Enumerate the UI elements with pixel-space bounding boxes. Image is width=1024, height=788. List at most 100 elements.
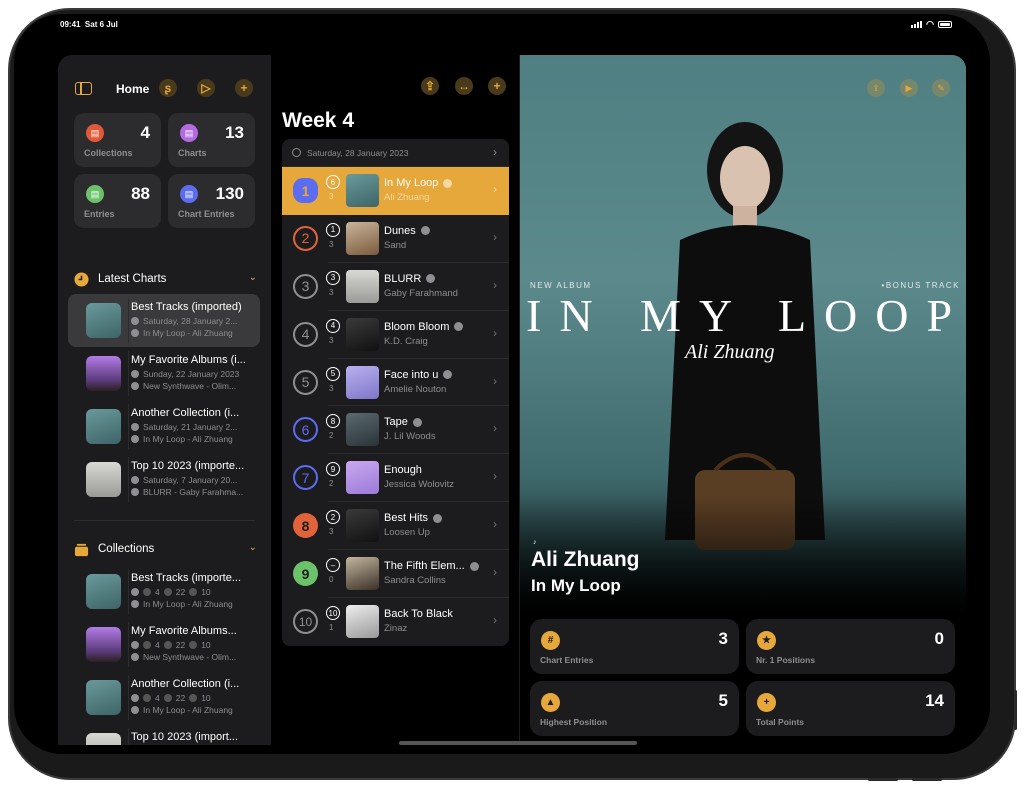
status-bar: 09:41 Sat 6 Jul ◠ xyxy=(14,14,990,36)
entry-artist: J. Lil Woods xyxy=(384,431,436,443)
rank-badge: 2 xyxy=(293,225,318,251)
verified-icon xyxy=(426,274,436,284)
verified-icon xyxy=(443,178,453,188)
chart-entries-count-icon xyxy=(189,694,198,702)
stat-label: Chart Entries xyxy=(540,655,594,665)
chart-entry-row[interactable]: 1 6 3 In My Loop Ali Zhuang › xyxy=(282,167,509,215)
chart-date: Saturday, 28 January 2... xyxy=(131,316,256,326)
entry-title-text: Dunes xyxy=(384,224,416,237)
stat-card-chart-entries[interactable]: ▤ 130 Chart Entries xyxy=(168,174,255,228)
verified-icon xyxy=(433,513,443,523)
clock-icon xyxy=(74,272,89,287)
stat-card-charts[interactable]: ▤ 13 Charts xyxy=(168,113,255,167)
weeks-on-chart: 0 xyxy=(329,575,334,585)
number-one-icon xyxy=(131,488,139,496)
collection-title: Best Tracks (importe... xyxy=(131,572,242,584)
entry-artwork xyxy=(346,605,379,639)
chart-list: Saturday, 28 January 2023 › 1 6 3 In My Loo… xyxy=(282,139,509,646)
chart-top-text: In My Loop - Ali Zhuang xyxy=(143,328,233,338)
stat-card-collections[interactable]: ▤ 4 Collections xyxy=(74,113,161,167)
resize-button[interactable]: ↔ xyxy=(455,77,473,95)
chart-entry-row[interactable]: 8 2 3 Best Hits Loosen Up › xyxy=(282,502,509,551)
collection-item[interactable]: My Favorite Albums... 4 22 10 New Synthwave … xyxy=(68,618,260,671)
collection-item[interactable]: Another Collection (i... 4 22 10 In My Loop … xyxy=(68,671,260,724)
chart-entry-row[interactable]: 7 9 2 Enough Jessica Wolovitz › xyxy=(282,454,509,503)
weeks-on-chart: 2 xyxy=(329,479,334,489)
share-button[interactable]: ⇪ xyxy=(421,77,439,95)
entry-title: Tape xyxy=(384,416,422,428)
home-indicator[interactable] xyxy=(399,741,637,745)
count-value: 10 xyxy=(201,640,211,650)
previous-rank: 8 xyxy=(326,414,340,429)
detail-stat-nr-1-positions[interactable]: ★ 0 Nr. 1 Positions xyxy=(746,619,955,674)
edit-icon[interactable]: ✎ xyxy=(932,79,950,97)
entry-title: Best Hits xyxy=(384,512,443,524)
play-icon[interactable]: ▶ xyxy=(900,79,918,97)
number-one-icon xyxy=(131,706,139,714)
latest-chart-item[interactable]: My Favorite Albums (i... Sunday, 22 Janua… xyxy=(68,347,260,400)
stat-value: 88 xyxy=(131,184,150,203)
weeks-on-chart: 3 xyxy=(329,287,334,297)
chart-entry-row[interactable]: 9– 0 The Fifth Elem... Sandra Collins › xyxy=(282,550,509,599)
detail-stat-chart-entries[interactable]: #3 Chart Entries xyxy=(530,619,739,674)
collection-item[interactable]: Best Tracks (importe... 4 22 10 In My Loop -… xyxy=(68,565,260,618)
entry-title: The Fifth Elem... xyxy=(384,560,479,572)
chevron-right-icon: › xyxy=(493,613,497,628)
chevron-down-icon[interactable]: ⌄ xyxy=(249,542,257,553)
chart-entry-row[interactable]: 6 8 2 Tape J. Lil Woods › xyxy=(282,406,509,455)
divider xyxy=(128,622,129,667)
chart-date-row[interactable]: Saturday, 28 January 2023 › xyxy=(282,139,509,167)
chevron-right-icon: › xyxy=(493,325,497,340)
stat-value: 13 xyxy=(225,123,244,142)
count-value: 10 xyxy=(201,587,211,597)
rank-badge: 9 xyxy=(293,561,318,587)
entry-title-text: BLURR xyxy=(384,272,422,285)
cover-title: IN MY LOOP xyxy=(526,290,966,341)
count-value: 10 xyxy=(201,693,211,703)
sidebar-toggle-icon[interactable] xyxy=(75,82,92,95)
detail-stat-total-points[interactable]: +14 Total Points xyxy=(746,681,955,736)
chart-date-text: Saturday, 21 January 2... xyxy=(143,422,238,432)
collections-icon: ▤ xyxy=(86,124,104,142)
plus-icon: + xyxy=(757,693,776,712)
chart-entry-row[interactable]: 4 4 3 Bloom Bloom K.D. Craig › xyxy=(282,311,509,359)
share-icon[interactable]: ⇪ xyxy=(867,79,885,97)
rank-badge: 3 xyxy=(293,273,318,299)
collection-artwork xyxy=(86,733,121,745)
previous-rank: 3 xyxy=(326,270,340,285)
collection-counts: 4 22 10 xyxy=(131,693,256,703)
shazam-button[interactable]: ʂ xyxy=(159,79,177,97)
chart-entry-row[interactable]: 2 1 3 Dunes Sand › xyxy=(282,215,509,263)
detail-stat-highest-position[interactable]: ▲ 5 Highest Position xyxy=(530,681,739,736)
chart-top-entry: In My Loop - Ali Zhuang xyxy=(131,328,256,338)
status-time: 09:41 Sat 6 Jul xyxy=(60,20,118,29)
latest-charts-header[interactable]: Latest Charts ⌄ xyxy=(74,270,259,290)
latest-chart-item[interactable]: Best Tracks (imported) Saturday, 28 Janua… xyxy=(68,294,260,347)
stat-card-entries[interactable]: ▤ 88 Entries xyxy=(74,174,161,228)
divider xyxy=(128,404,129,449)
collections-header[interactable]: Collections ⌄ xyxy=(74,540,259,560)
chart-entry-row[interactable]: 3 3 3 BLURR Gaby Farahmand › xyxy=(282,263,509,311)
chart-entry-row[interactable]: 5 5 3 Face into u Amelie Nouton › xyxy=(282,359,509,407)
chevron-down-icon[interactable]: ⌄ xyxy=(249,272,257,283)
chart-entry-row[interactable]: 10 10 1 Back To Black Zinaz › xyxy=(282,598,509,646)
entry-artist: Jessica Wolovitz xyxy=(384,479,455,491)
latest-chart-item[interactable]: Top 10 2023 (importe... Saturday, 7 Janua… xyxy=(68,453,260,506)
calendar-icon xyxy=(292,148,301,157)
add-entry-button[interactable]: + xyxy=(488,77,506,95)
chart-top-text: New Synthwave - Olim... xyxy=(143,381,237,391)
entries-count-icon xyxy=(163,588,172,596)
play-circle-button[interactable]: ▷ xyxy=(197,79,215,97)
hash-icon: # xyxy=(541,631,560,650)
previous-rank: 6 xyxy=(326,175,340,189)
entry-title-text: Back To Black xyxy=(384,608,453,621)
stat-label: Entries xyxy=(84,209,115,219)
weeks-on-chart: 2 xyxy=(329,431,334,441)
calendar-icon xyxy=(131,370,139,378)
verified-icon xyxy=(420,226,430,236)
collections-title: Collections xyxy=(98,543,155,555)
collection-item[interactable]: Top 10 2023 (import... xyxy=(68,724,260,745)
latest-chart-item[interactable]: Another Collection (i... Saturday, 21 Jan… xyxy=(68,400,260,453)
collection-top-entry: New Synthwave - Olim... xyxy=(131,652,256,662)
add-button[interactable]: + xyxy=(235,79,253,97)
